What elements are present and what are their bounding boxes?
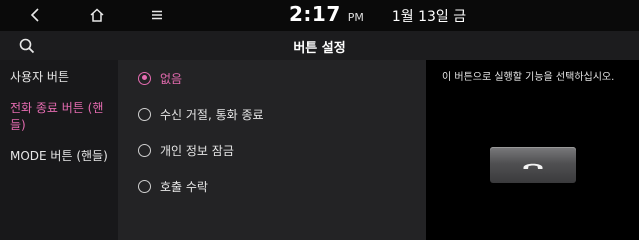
- end-call-icon: [523, 163, 543, 169]
- radio-icon[interactable]: [138, 143, 151, 157]
- option-none[interactable]: 없음: [138, 68, 182, 88]
- option-reject-end-call[interactable]: 수신 거절, 통화 종료: [138, 104, 264, 124]
- radio-selected-icon[interactable]: [138, 71, 151, 85]
- clock-date: 1월 13일 금: [391, 9, 467, 25]
- back-icon[interactable]: [24, 5, 46, 25]
- radio-icon[interactable]: [138, 107, 151, 121]
- option-label: 개인 정보 잠금: [160, 143, 234, 158]
- clock-time: 2:17: [289, 2, 341, 26]
- end-call-button-preview: [490, 147, 576, 183]
- option-accept-call[interactable]: 호출 수락: [138, 176, 208, 196]
- clock: 2:17 PM 1월 13일 금: [289, 2, 466, 30]
- radio-icon[interactable]: [138, 179, 151, 193]
- page-title: 버튼 설정: [293, 41, 346, 56]
- options-panel: 없음 수신 거절, 통화 종료 개인 정보 잠금 호출 수락: [118, 60, 426, 240]
- sidebar: 사용자 버튼 전화 종료 버튼 (핸들) MODE 버튼 (핸들): [0, 60, 118, 240]
- sidebar-item-user-button[interactable]: 사용자 버튼: [10, 69, 116, 86]
- option-label: 호출 수락: [160, 179, 208, 194]
- detail-panel: 이 버튼으로 실행할 기능을 선택하십시오.: [426, 60, 639, 240]
- home-icon[interactable]: [86, 5, 108, 25]
- sidebar-item-end-call-button[interactable]: 전화 종료 버튼 (핸들): [10, 100, 116, 134]
- option-label: 수신 거절, 통화 종료: [160, 107, 264, 122]
- option-label: 없음: [160, 71, 183, 86]
- sidebar-item-mode-button[interactable]: MODE 버튼 (핸들): [10, 148, 116, 165]
- menu-icon[interactable]: [146, 5, 168, 25]
- detail-description: 이 버튼으로 실행할 기능을 선택하십시오.: [442, 72, 615, 83]
- status-bar: 2:17 PM 1월 13일 금: [0, 0, 639, 31]
- option-privacy-lock[interactable]: 개인 정보 잠금: [138, 140, 234, 160]
- title-bar: 버튼 설정: [0, 31, 639, 60]
- clock-ampm: PM: [347, 11, 364, 24]
